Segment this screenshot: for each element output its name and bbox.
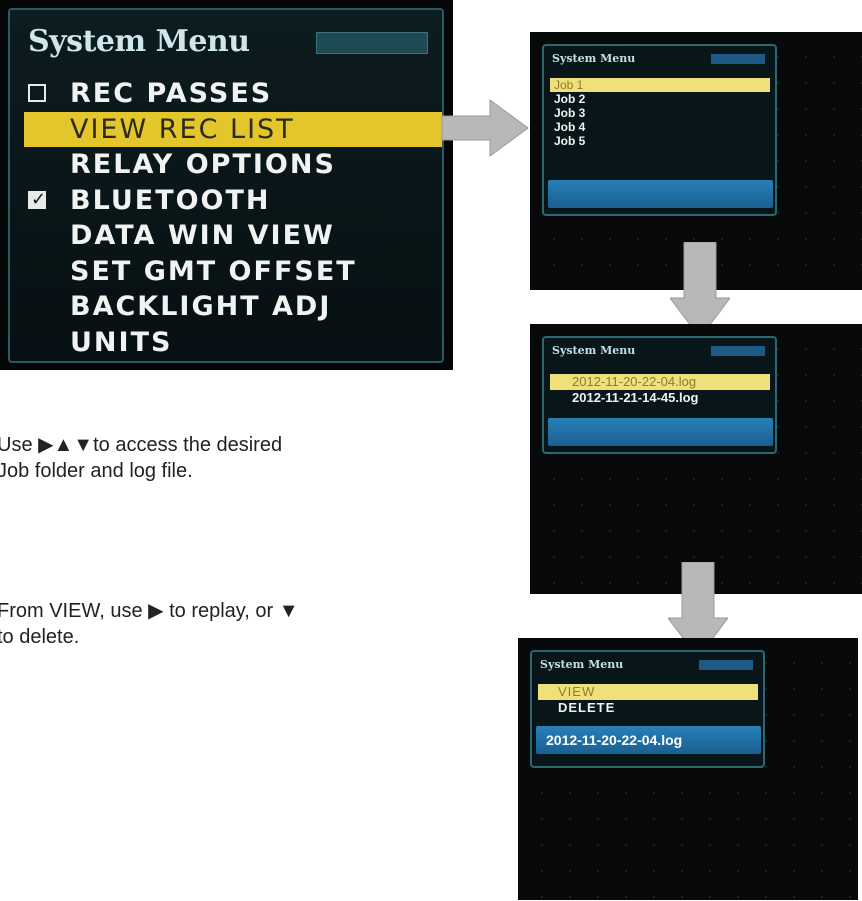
job-item[interactable]: Job 2 <box>550 92 770 106</box>
action-screen-title: System Menu <box>540 658 624 671</box>
menu-item-bluetooth[interactable]: BLUETOOTH <box>10 182 442 219</box>
log-screen-status-indicator <box>711 346 765 356</box>
menu-item-label: RELAY OPTIONS <box>70 149 336 180</box>
menu-item-data-win-view[interactable]: DATA WIN VIEW <box>10 218 442 254</box>
log-info-bar <box>548 418 773 446</box>
selected-file-label: 2012-11-20-22-04.log <box>546 732 683 748</box>
menu-item-backlight-adj[interactable]: BACKLIGHT ADJ <box>10 289 442 325</box>
view-instructions: From VIEW, use ▶ to replay, or ▼ to dele… <box>0 600 299 648</box>
menu-item-units[interactable]: UNITS <box>10 325 442 361</box>
log-file-item[interactable]: 2012-11-21-14-45.log <box>550 390 770 406</box>
menu-item-relay-options[interactable]: RELAY OPTIONS <box>10 147 442 183</box>
menu-item-label: REC PASSES <box>70 78 273 109</box>
selected-file-bar: 2012-11-20-22-04.log <box>536 726 761 754</box>
menu-item-rec-passes[interactable]: REC PASSES <box>10 76 442 112</box>
arrow-right-icon <box>441 99 529 157</box>
log-action-screen: System Menu VIEW DELETE 2012-11-20-22-04… <box>518 638 858 900</box>
log-action-panel: System Menu VIEW DELETE 2012-11-20-22-04… <box>530 650 765 768</box>
system-menu-list: REC PASSES VIEW REC LIST RELAY OPTIONS B… <box>10 76 442 360</box>
log-list-panel: System Menu 2012-11-20-22-04.log 2012-11… <box>542 336 777 454</box>
system-menu-title: System Menu <box>28 24 250 59</box>
menu-item-label: SET GMT OFFSET <box>70 255 357 287</box>
system-menu-screen: System Menu REC PASSES VIEW REC LIST REL… <box>0 0 453 370</box>
job-screen-title: System Menu <box>552 52 636 65</box>
view-option[interactable]: VIEW <box>538 684 758 700</box>
bluetooth-checkbox[interactable] <box>28 182 48 217</box>
job-item[interactable]: Job 3 <box>550 106 770 120</box>
system-menu-status-indicator <box>316 32 428 54</box>
job-item[interactable]: Job 1 <box>550 78 770 92</box>
job-info-bar <box>548 180 773 208</box>
job-item[interactable]: Job 5 <box>550 134 770 148</box>
menu-item-view-rec-list[interactable]: VIEW REC LIST <box>24 111 442 147</box>
menu-item-label: UNITS <box>70 326 173 358</box>
action-list: VIEW DELETE <box>538 684 758 716</box>
job-screen-status-indicator <box>711 54 765 64</box>
log-screen-title: System Menu <box>552 344 636 357</box>
navigation-instructions: Use ▶▲▼to access the desired Job folder … <box>0 434 283 482</box>
menu-item-label: VIEW REC LIST <box>70 113 295 145</box>
log-list: 2012-11-20-22-04.log 2012-11-21-14-45.lo… <box>550 374 770 406</box>
job-item[interactable]: Job 4 <box>550 120 770 134</box>
action-screen-status-indicator <box>699 660 753 670</box>
menu-item-label: DATA WIN VIEW <box>70 220 335 251</box>
log-list-screen: System Menu 2012-11-20-22-04.log 2012-11… <box>530 324 862 594</box>
delete-option[interactable]: DELETE <box>538 700 758 716</box>
rec-passes-checkbox[interactable] <box>28 84 46 102</box>
menu-item-set-gmt-offset[interactable]: SET GMT OFFSET <box>10 254 442 290</box>
menu-item-label: BACKLIGHT ADJ <box>70 291 332 322</box>
log-file-item[interactable]: 2012-11-20-22-04.log <box>550 374 770 390</box>
job-list: Job 1 Job 2 Job 3 Job 4 Job 5 <box>550 78 770 148</box>
system-menu-panel: System Menu REC PASSES VIEW REC LIST REL… <box>8 8 444 363</box>
menu-item-label: BLUETOOTH <box>70 184 271 216</box>
job-list-panel: System Menu Job 1 Job 2 Job 3 Job 4 Job … <box>542 44 777 216</box>
